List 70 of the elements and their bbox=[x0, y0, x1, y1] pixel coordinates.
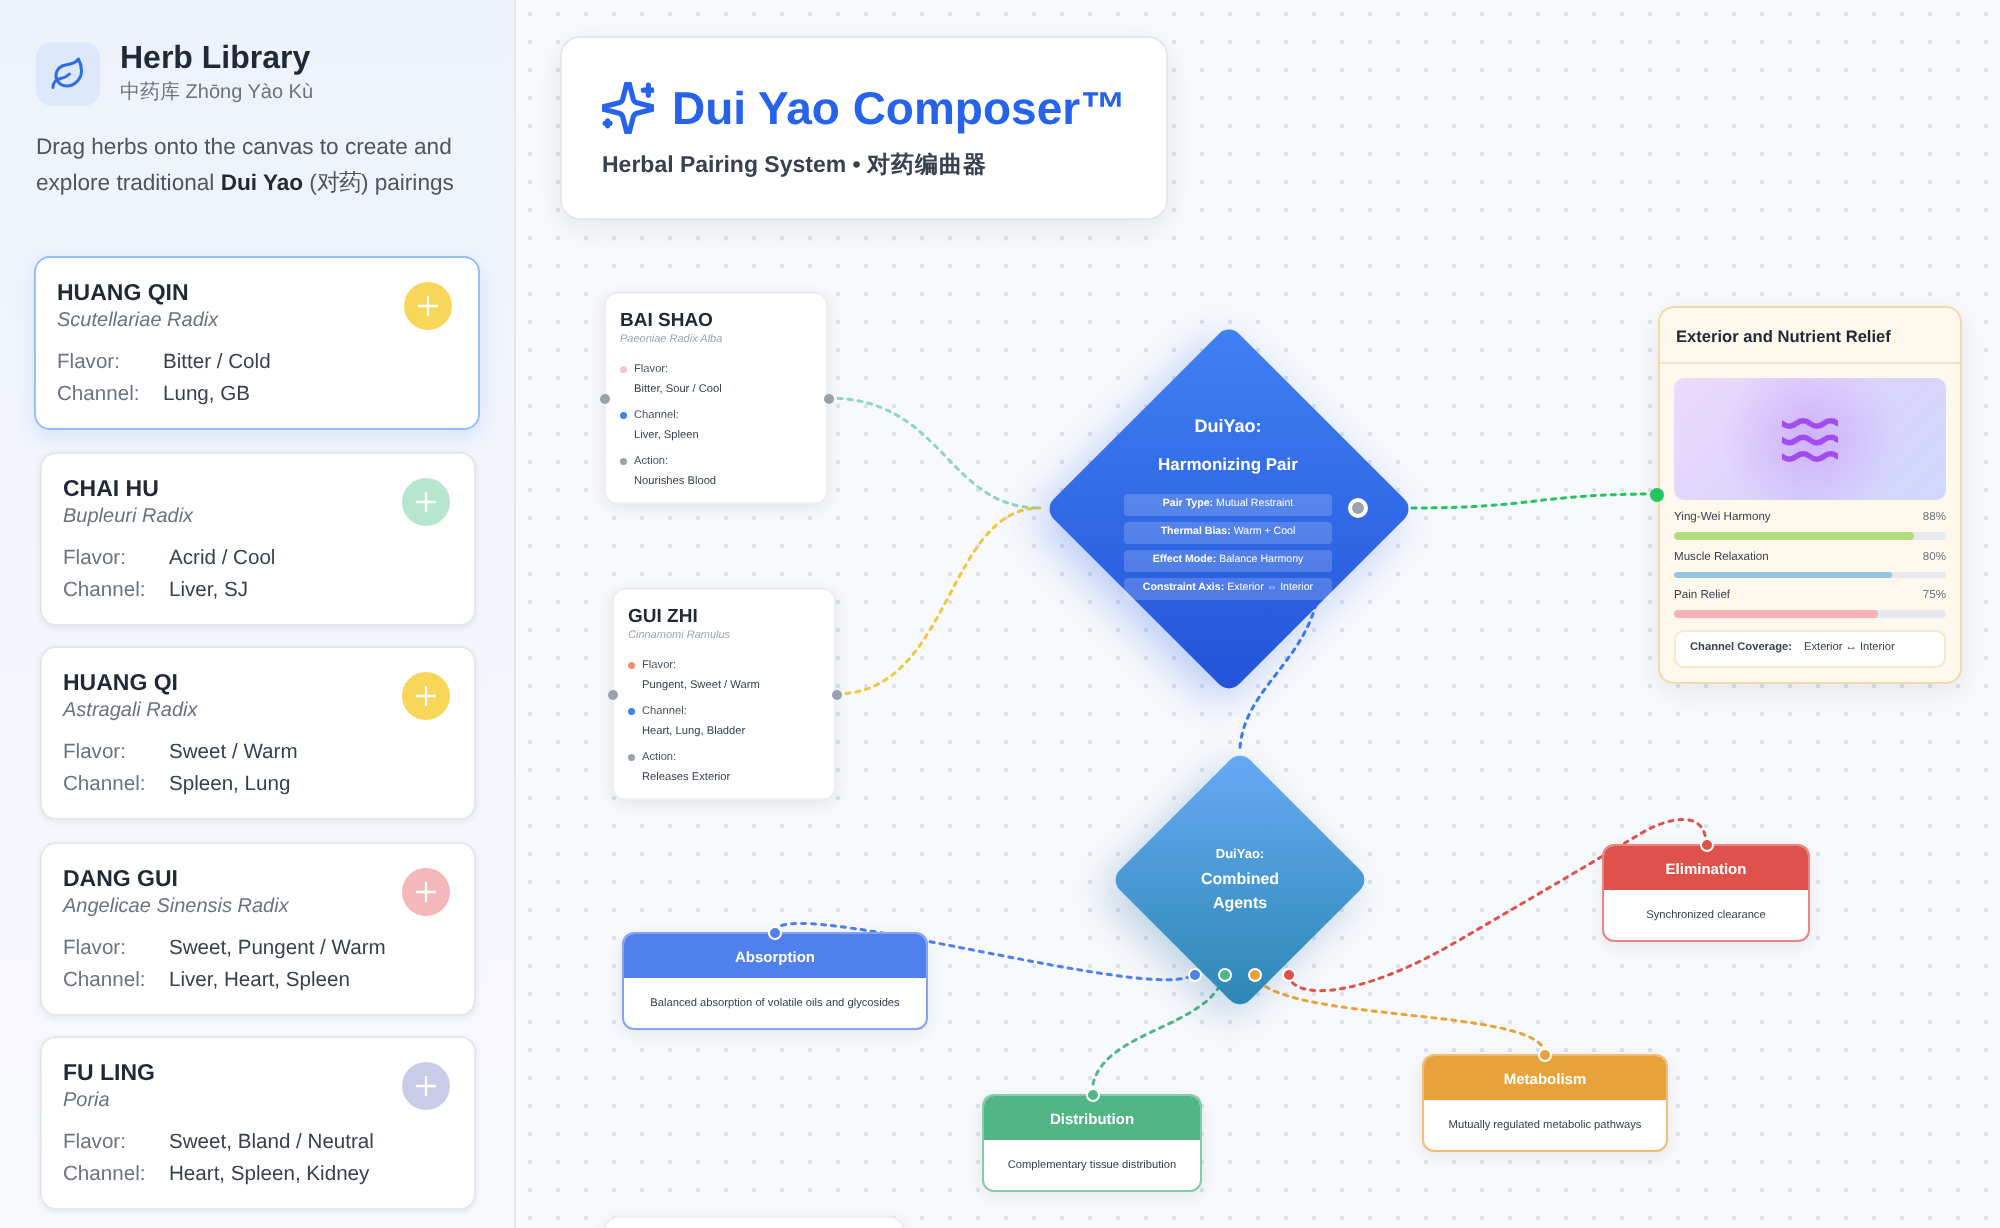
add-button[interactable] bbox=[404, 282, 452, 330]
property-label: Channel: bbox=[63, 577, 148, 605]
connector-dot-icon[interactable] bbox=[768, 925, 782, 939]
app-title: Dui Yao Composer™ bbox=[672, 80, 1127, 138]
add-button[interactable] bbox=[401, 477, 449, 525]
herb-card[interactable]: HUANG QI Astragali Radix Flavor: Sweet / Warm Channel: Spleen, Lung bbox=[39, 646, 475, 820]
connector-dot-icon[interactable] bbox=[1650, 487, 1664, 501]
herb-name: CHAI HU bbox=[63, 475, 161, 503]
herb-card[interactable]: CHAI HU Bupleuri Radix Flavor: Acrid / Cool Channel: Liver, SJ bbox=[39, 451, 475, 625]
property-label: Flavor: bbox=[63, 545, 128, 573]
leaf-icon bbox=[36, 41, 100, 105]
property-label: Channel: bbox=[57, 382, 142, 410]
connector-dot-icon[interactable] bbox=[1538, 1047, 1552, 1061]
connector-dot-icon[interactable] bbox=[823, 393, 833, 403]
plus-icon bbox=[415, 881, 435, 901]
latin-name: Angelicae Sinensis Radix bbox=[63, 893, 291, 919]
connector-dot-icon[interactable] bbox=[1187, 967, 1201, 981]
sidebar-title: Herb Library bbox=[120, 40, 313, 80]
connector-dot-icon[interactable] bbox=[599, 393, 609, 403]
property-label: Channel: bbox=[63, 967, 148, 995]
property-value: Spleen, Lung bbox=[169, 772, 293, 800]
latin-name: Astragali Radix bbox=[63, 698, 200, 724]
herb-name: FU LING bbox=[63, 1060, 157, 1088]
node-title: GUI ZHI bbox=[628, 606, 700, 628]
description-text: Drag herbs onto the canvas to create and explore traditional Dui Yao (对药) pairings bbox=[36, 134, 456, 200]
property-value: Sweet / Warm bbox=[169, 740, 298, 768]
property-value: Sweet, Pungent / Warm bbox=[169, 935, 386, 963]
plus-icon bbox=[418, 296, 438, 316]
app-subtitle: Herbal Pairing System • 对药编曲器 bbox=[602, 152, 989, 180]
property-value: Liver, SJ bbox=[169, 577, 250, 605]
waves-icon bbox=[1782, 417, 1838, 461]
herb-name: DANG GUI bbox=[63, 865, 180, 893]
connector-dot-icon[interactable] bbox=[1281, 967, 1295, 981]
add-button[interactable] bbox=[401, 1062, 449, 1110]
node-subtitle: Combined Agents bbox=[1198, 868, 1282, 916]
sidebar-subtitle: 中药库 Zhōng Yào Kù bbox=[120, 82, 314, 106]
latin-name: Poria bbox=[63, 1088, 112, 1114]
plus-icon bbox=[415, 686, 435, 706]
herb-name: HUANG QI bbox=[63, 670, 180, 698]
latin-name: Scutellariae Radix bbox=[57, 308, 221, 334]
herb-card[interactable]: HUANG QIN Scutellariae Radix Flavor: Bitter / Cold Channel: Lung, GB bbox=[34, 256, 480, 430]
connector-dot-icon[interactable] bbox=[1085, 1087, 1099, 1101]
card-title: Exterior and Nutrient Relief bbox=[1676, 325, 1893, 347]
connector-dot-icon[interactable] bbox=[831, 689, 841, 699]
add-button[interactable] bbox=[401, 672, 449, 720]
herb-name: HUANG QIN bbox=[57, 280, 191, 308]
connector-dot-icon[interactable] bbox=[1699, 837, 1713, 851]
herb-card[interactable]: DANG GUI Angelicae Sinensis Radix Flavor: Sweet, Pungent / Warm Channel: Liver, Heart, Spleen bbox=[39, 841, 475, 1015]
property-label: Channel: bbox=[63, 772, 148, 800]
property-label: Flavor: bbox=[57, 350, 122, 378]
property-value: Heart, Spleen, Kidney bbox=[169, 1162, 372, 1190]
property-label: Channel: bbox=[63, 1162, 148, 1190]
property-label: Flavor: bbox=[63, 740, 128, 768]
add-button[interactable] bbox=[401, 867, 449, 915]
connector-dot-icon[interactable] bbox=[607, 689, 617, 699]
plus-icon bbox=[415, 491, 435, 511]
property-value: Liver, Heart, Spleen bbox=[169, 967, 352, 995]
property-value: Bitter / Cold bbox=[163, 350, 271, 378]
plus-icon bbox=[415, 1076, 435, 1096]
property-value: Acrid / Cool bbox=[169, 545, 276, 573]
property-label: Flavor: bbox=[63, 935, 128, 963]
herb-card[interactable]: FU LING Poria Flavor: Sweet, Bland / Neutral Channel: Heart, Spleen, Kidney bbox=[39, 1036, 475, 1210]
node-subtitle: Harmonizing Pair bbox=[1158, 452, 1298, 476]
node-title: DuiYao: bbox=[1194, 414, 1262, 438]
latin-name: Bupleuri Radix bbox=[63, 503, 196, 529]
property-value: Sweet, Bland / Neutral bbox=[169, 1130, 374, 1158]
node-title: BAI SHAO bbox=[620, 310, 715, 332]
property-label: Flavor: bbox=[63, 1130, 128, 1158]
property-value: Lung, GB bbox=[163, 382, 253, 410]
sparkle-icon bbox=[602, 82, 654, 134]
